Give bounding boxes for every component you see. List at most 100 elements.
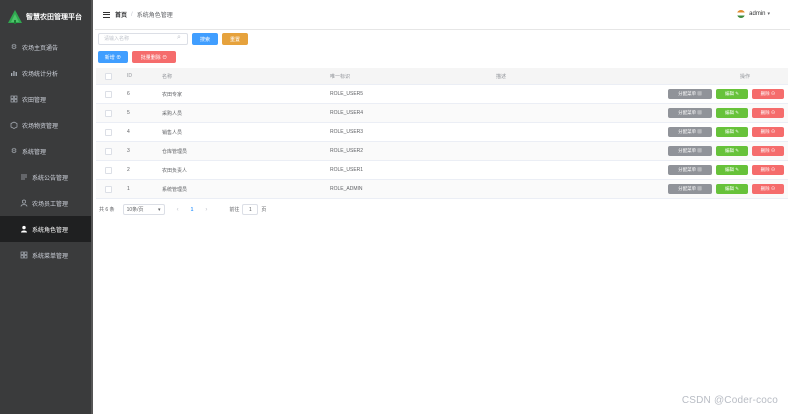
row-checkbox[interactable]	[104, 109, 112, 117]
sidebar-item-label: 系统管理	[22, 149, 47, 156]
sidebar-item-label: 农田管理	[22, 97, 47, 104]
breadcrumb: 首页 / 系统角色管理	[115, 10, 173, 20]
cell-flag: ROLE_USER5	[330, 91, 364, 97]
cell-name: 采购人员	[162, 110, 183, 117]
cell-id: 2	[127, 167, 130, 173]
sidebar-item-system-management[interactable]: ⚙ 系统管理	[0, 138, 91, 164]
sidebar-item-staff-management[interactable]: 农场员工管理	[0, 190, 91, 216]
page-number[interactable]: 1	[191, 207, 194, 213]
assign-menu-button[interactable]: 分配菜单 ▦	[668, 108, 712, 118]
row-checkbox[interactable]	[104, 147, 112, 155]
watermark: CSDN @Coder-coco	[681, 395, 778, 406]
row-checkbox[interactable]	[104, 90, 112, 98]
edit-button[interactable]: 编辑 ✎	[716, 89, 748, 99]
goto-label: 前往	[229, 207, 240, 213]
assign-menu-button[interactable]: 分配菜单 ▦	[668, 165, 712, 175]
cell-id: 1	[127, 186, 130, 192]
assign-menu-button[interactable]: 分配菜单 ▦	[668, 89, 712, 99]
delete-button[interactable]: 删除 ⊖	[752, 165, 784, 175]
batch-delete-button[interactable]: 批量删除 ⊖	[132, 51, 176, 63]
breadcrumb-current: 系统角色管理	[136, 13, 173, 19]
cell-name: 销售人员	[162, 129, 183, 136]
goto-page-input[interactable]: 1	[242, 204, 259, 215]
pagination-total: 共 6 条	[99, 207, 115, 213]
delete-button[interactable]: 删除 ⊖	[752, 146, 784, 156]
delete-button[interactable]: 删除 ⊖	[752, 127, 784, 137]
goto-page-value: 1	[248, 206, 252, 213]
role-table: ID 名称 唯一标识 描述 操作 6 农田专家 ROLE_USER5 分配菜单 …	[96, 68, 788, 199]
header-desc: 描述	[496, 73, 507, 80]
table-row: 5 采购人员 ROLE_USER4 分配菜单 ▦ 编辑 ✎ 删除 ⊖	[96, 104, 788, 123]
sidebar-item-farm-supplies[interactable]: 农场物资管理	[0, 112, 91, 138]
pagination: 共 6 条 10条/页 ▾ ‹ 1 › 前往 1 页	[99, 204, 266, 215]
header-flag: 唯一标识	[330, 73, 351, 80]
user-icon	[20, 199, 28, 207]
sidebar: 智慧农田管理平台 ⚙ 农场主页通告 农场统计分析 农田管理 农场物资管理 ⚙ 系…	[0, 0, 93, 414]
table-row: 6 农田专家 ROLE_USER5 分配菜单 ▦ 编辑 ✎ 删除 ⊖	[96, 85, 788, 104]
cell-flag: ROLE_USER4	[330, 110, 364, 116]
sidebar-item-role-management[interactable]: 系统角色管理	[0, 216, 91, 242]
sidebar-item-farm-notice[interactable]: ⚙ 农场主页通告	[0, 34, 91, 60]
edit-button[interactable]: 编辑 ✎	[716, 184, 748, 194]
row-checkbox[interactable]	[104, 185, 112, 193]
app-title: 智慧农田管理平台	[26, 14, 82, 21]
search-bar: ⌕ 搜索 重置	[98, 33, 248, 45]
edit-button[interactable]: 编辑 ✎	[716, 127, 748, 137]
prev-page-button[interactable]: ‹	[177, 207, 179, 213]
sidebar-item-label: 系统菜单管理	[32, 253, 69, 260]
sidebar-item-label: 农场物资管理	[22, 123, 59, 130]
assign-menu-button[interactable]: 分配菜单 ▦	[668, 127, 712, 137]
sidebar-item-field-management[interactable]: 农田管理	[0, 86, 91, 112]
menu-toggle-icon[interactable]	[103, 11, 110, 18]
table-row: 2 农田负责人 ROLE_USER1 分配菜单 ▦ 编辑 ✎ 删除 ⊖	[96, 161, 788, 180]
header-op: 操作	[739, 73, 750, 80]
logo: 智慧农田管理平台	[0, 0, 91, 34]
sidebar-item-menu-management[interactable]: 系统菜单管理	[0, 242, 91, 268]
user-name: admin	[749, 11, 766, 17]
delete-button[interactable]: 删除 ⊖	[752, 184, 784, 194]
search-icon: ⌕	[177, 34, 181, 41]
box-icon	[10, 121, 18, 129]
sidebar-item-system-notice[interactable]: 系统公告管理	[0, 164, 91, 190]
goto-suffix: 页	[261, 207, 267, 213]
sidebar-item-farm-stats[interactable]: 农场统计分析	[0, 60, 91, 86]
user-menu[interactable]: admin ▾	[737, 10, 770, 18]
page-size-value: 10条/页	[126, 207, 144, 213]
edit-button[interactable]: 编辑 ✎	[716, 146, 748, 156]
delete-button[interactable]: 删除 ⊖	[752, 89, 784, 99]
delete-button[interactable]: 删除 ⊖	[752, 108, 784, 118]
cell-flag: ROLE_USER1	[330, 167, 364, 173]
cell-name: 仓库管理员	[162, 148, 188, 155]
cell-id: 3	[127, 148, 130, 154]
row-checkbox[interactable]	[104, 166, 112, 174]
cell-id: 5	[127, 110, 130, 116]
breadcrumb-home[interactable]: 首页	[115, 10, 127, 19]
assign-menu-button[interactable]: 分配菜单 ▦	[668, 184, 712, 194]
chevron-down-icon: ▾	[158, 206, 161, 213]
page-size-select[interactable]: 10条/页 ▾	[122, 204, 165, 215]
select-all-checkbox-cell	[96, 72, 120, 80]
table-row: 4 销售人员 ROLE_USER3 分配菜单 ▦ 编辑 ✎ 删除 ⊖	[96, 123, 788, 142]
table-row: 3 仓库管理员 ROLE_USER2 分配菜单 ▦ 编辑 ✎ 删除 ⊖	[96, 142, 788, 161]
select-all-checkbox[interactable]	[104, 72, 112, 80]
add-button[interactable]: 新增 ⊕	[98, 51, 128, 63]
list-icon	[20, 173, 28, 181]
user-icon	[20, 225, 28, 233]
edit-button[interactable]: 编辑 ✎	[716, 165, 748, 175]
reset-button[interactable]: 重置	[222, 33, 248, 45]
assign-menu-button[interactable]: 分配菜单 ▦	[668, 146, 712, 156]
cell-id: 4	[127, 129, 130, 135]
edit-button[interactable]: 编辑 ✎	[716, 108, 748, 118]
gear-icon: ⚙	[10, 44, 18, 51]
cell-id: 6	[127, 91, 130, 97]
table-header: ID 名称 唯一标识 描述 操作	[96, 68, 788, 85]
grid-icon	[10, 95, 18, 103]
search-input[interactable]	[98, 33, 188, 45]
avatar	[737, 10, 746, 18]
header: 首页 / 系统角色管理 admin ▾	[95, 0, 790, 30]
breadcrumb-separator: /	[131, 11, 133, 18]
row-checkbox[interactable]	[104, 128, 112, 136]
next-page-button[interactable]: ›	[205, 207, 207, 213]
header-id: ID	[127, 73, 132, 79]
search-button[interactable]: 搜索	[192, 33, 218, 45]
